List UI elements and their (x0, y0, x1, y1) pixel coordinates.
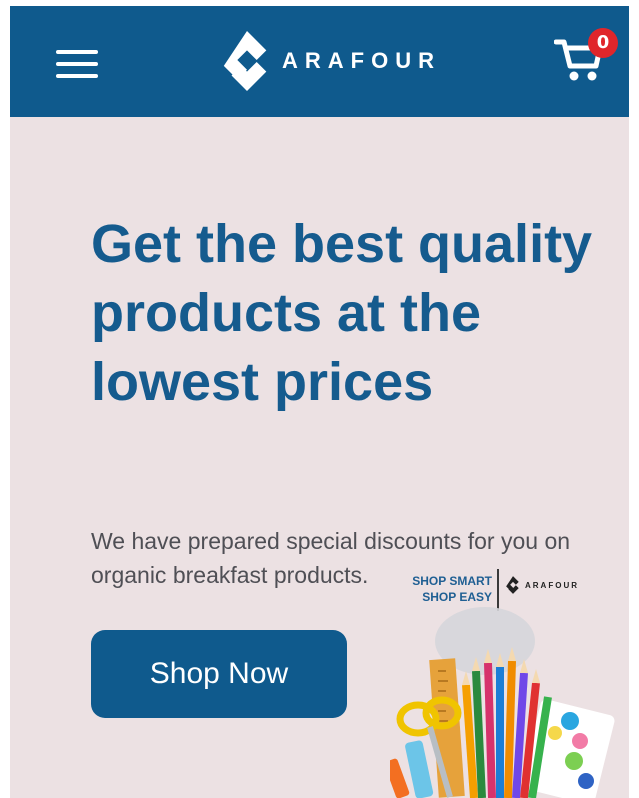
promo-logo: ARAFOUR (504, 575, 579, 595)
arafour-logo-icon (223, 31, 267, 91)
brand-logo[interactable]: ARAFOUR (218, 26, 448, 96)
stationery-pencils-scissors-illustration (390, 607, 615, 798)
cart-count-badge: 0 (588, 28, 618, 58)
app-frame: ARAFOUR 0 Get the best quality products … (10, 6, 629, 798)
cart-button[interactable]: 0 (554, 28, 618, 88)
hero-headline: Get the best quality products at the low… (91, 214, 593, 412)
hamburger-menu-icon[interactable] (56, 48, 98, 80)
shop-now-button[interactable]: Shop Now (91, 630, 347, 718)
top-navigation-bar: ARAFOUR 0 (10, 6, 629, 117)
promo-tagline-line-1: SHOP SMART (412, 574, 492, 588)
promo-banner-image: SHOP SMART SHOP EASY ARAFOUR (390, 561, 629, 798)
promo-logo-name: ARAFOUR (525, 580, 579, 590)
arafour-logo-icon (506, 576, 519, 594)
brand-name: ARAFOUR (282, 48, 441, 73)
